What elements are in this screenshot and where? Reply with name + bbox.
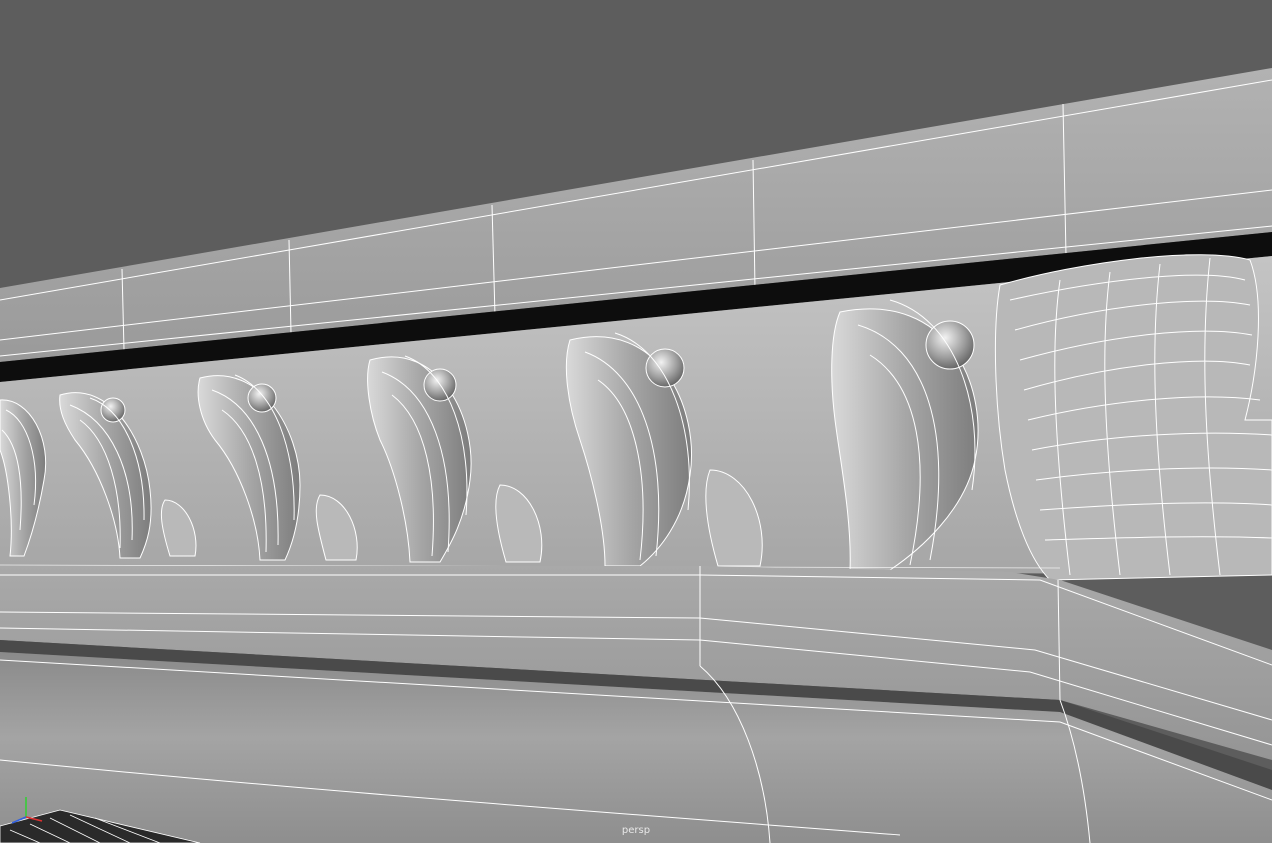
axis-gizmo-icon: [11, 797, 43, 824]
corner-ornament: [994, 254, 1272, 581]
z-axis-line: [11, 816, 27, 824]
x-axis-line: [25, 816, 43, 822]
perspective-viewport[interactable]: persp: [0, 0, 1272, 843]
model-render[interactable]: [0, 0, 1272, 843]
